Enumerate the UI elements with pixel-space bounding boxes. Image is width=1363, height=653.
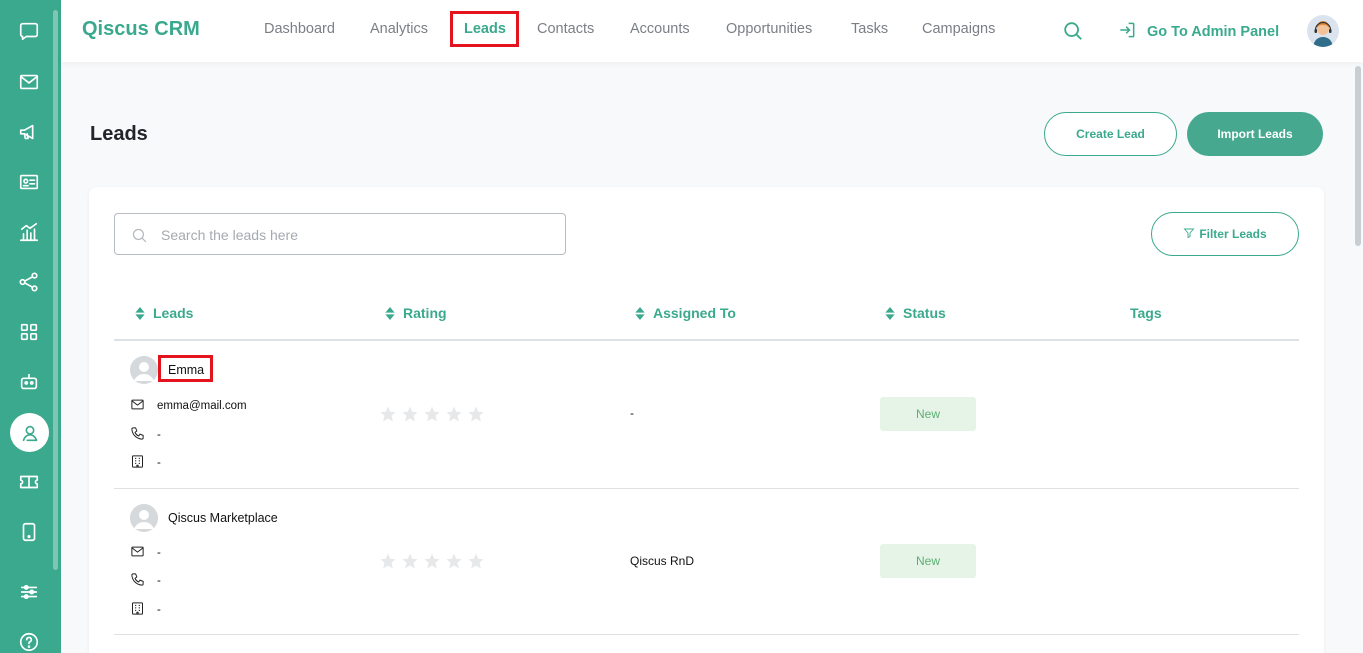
admin-panel-link[interactable]: Go To Admin Panel [1117,20,1279,44]
sort-icon [634,306,646,320]
sort-icon [884,306,896,320]
chat-icon[interactable] [10,12,48,50]
analytics-icon[interactable] [10,213,48,251]
nav-campaigns[interactable]: Campaigns [922,21,995,37]
user-avatar[interactable] [1307,15,1339,47]
nav-accounts[interactable]: Accounts [630,21,690,37]
filter-leads-button[interactable]: Filter Leads [1151,212,1299,256]
phone-icon [130,426,145,444]
search-icon [132,228,147,243]
assigned-to: Qiscus RnD [630,554,695,568]
apps-grid-icon[interactable] [10,313,48,351]
sidebar [0,0,61,653]
phone-icon [130,572,145,590]
star-icon[interactable] [401,552,419,570]
share-icon[interactable] [10,263,48,301]
column-header-assigned-to[interactable]: Assigned To [634,305,736,321]
lead-email: emma@mail.com [130,397,247,415]
top-navbar: Qiscus CRM Dashboard Analytics Leads Con… [61,0,1363,62]
lead-phone: - [130,426,161,444]
nav-contacts[interactable]: Contacts [537,21,594,37]
mail-icon[interactable] [10,63,48,101]
lead-company-value: - [157,604,161,616]
column-header-tags: Tags [1130,305,1162,321]
lead-name-highlight [158,355,213,382]
create-lead-button[interactable]: Create Lead [1044,112,1177,156]
lead-company-value: - [157,457,161,469]
sort-icon [384,306,396,320]
star-icon[interactable] [379,405,397,423]
building-icon [130,454,145,472]
avatar [130,356,158,384]
column-header-label: Rating [403,305,447,321]
nav-tasks[interactable]: Tasks [851,21,888,37]
search-field[interactable] [114,213,566,255]
table-row[interactable]: Emma emma@mail.com - - - New [89,341,1324,488]
settings-sliders-icon[interactable] [10,573,48,611]
star-icon[interactable] [467,552,485,570]
row-divider [114,634,1299,635]
column-header-rating[interactable]: Rating [384,305,447,321]
star-icon[interactable] [445,405,463,423]
search-input[interactable] [161,224,551,246]
avatar [130,504,158,532]
login-arrow-icon [1117,20,1137,44]
lead-company: - [130,454,161,472]
column-header-label: Tags [1130,305,1162,321]
star-icon[interactable] [379,552,397,570]
nav-dashboard[interactable]: Dashboard [264,21,335,37]
column-header-label: Leads [153,305,194,321]
assigned-to: - [630,406,634,420]
status-badge: New [880,544,976,578]
lead-email-value: emma@mail.com [157,400,247,412]
page-title: Leads [90,123,148,145]
building-icon [130,601,145,619]
admin-panel-label: Go To Admin Panel [1147,24,1280,40]
lead-phone: - [130,572,161,590]
lead-phone-value: - [157,429,161,441]
mobile-icon[interactable] [10,513,48,551]
sidebar-scrollbar[interactable] [53,10,58,570]
mail-icon [130,397,145,415]
star-icon[interactable] [423,552,441,570]
star-icon[interactable] [445,552,463,570]
filter-icon [1183,227,1195,242]
column-header-label: Assigned To [653,305,736,321]
search-icon[interactable] [1062,20,1084,42]
column-header-status[interactable]: Status [884,305,946,321]
rating-stars[interactable] [379,405,485,423]
lead-email: - [130,544,161,562]
nav-leads-highlight [450,11,519,47]
mail-icon [130,544,145,562]
nav-analytics[interactable]: Analytics [370,21,428,37]
leads-icon[interactable] [10,413,49,452]
lead-phone-value: - [157,575,161,587]
column-header-leads[interactable]: Leads [134,305,193,321]
leads-card: Filter Leads Leads Rating Assigned To St… [89,187,1324,653]
sort-icon [134,306,146,320]
star-icon[interactable] [401,405,419,423]
column-header-label: Status [903,305,946,321]
nav-opportunities[interactable]: Opportunities [726,21,812,37]
rating-stars[interactable] [379,552,485,570]
ticket-icon[interactable] [10,463,48,501]
filter-leads-label: Filter Leads [1199,227,1267,241]
page-scrollbar[interactable] [1355,66,1361,246]
bot-icon[interactable] [10,363,48,401]
star-icon[interactable] [423,405,441,423]
brand-logo[interactable]: Qiscus CRM [82,18,200,41]
import-leads-button[interactable]: Import Leads [1187,112,1323,156]
contact-card-icon[interactable] [10,163,48,201]
lead-email-value: - [157,547,161,559]
help-icon[interactable] [10,623,48,653]
table-row[interactable]: Qiscus Marketplace - - - Qiscus RnD New [89,489,1324,634]
status-badge: New [880,397,976,431]
megaphone-icon[interactable] [10,113,48,151]
lead-name[interactable]: Qiscus Marketplace [168,511,278,525]
lead-company: - [130,601,161,619]
star-icon[interactable] [467,405,485,423]
